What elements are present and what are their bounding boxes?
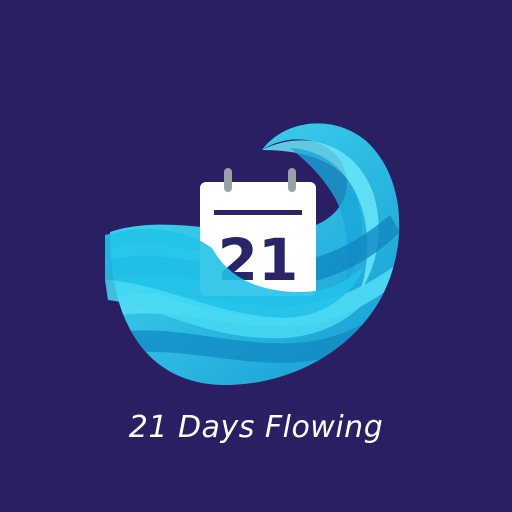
app-tagline: 21 Days Flowing	[128, 410, 384, 445]
app-logo-screen: 21 21 Days Flowing	[0, 0, 512, 512]
